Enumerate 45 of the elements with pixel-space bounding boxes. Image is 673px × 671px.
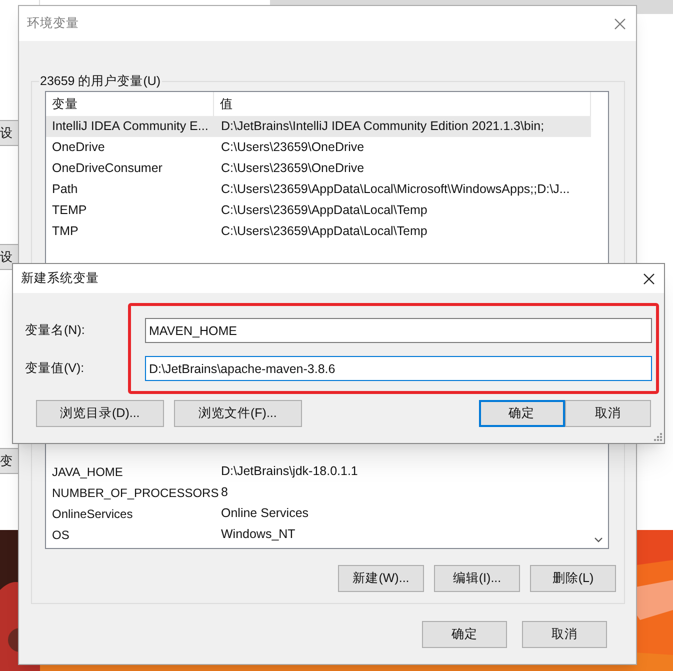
list-row[interactable]: TMP C:\Users\23659\AppData\Local\Temp bbox=[46, 221, 591, 242]
button[interactable]: 取消 bbox=[522, 621, 607, 648]
input-field[interactable]: MAVEN_HOME bbox=[145, 318, 652, 343]
list-row[interactable]: Path C:\Users\23659\AppData\Local\Microsoft\WindowsApps;;D:\J... bbox=[46, 179, 591, 200]
table-cell-text: C:\Users\23659\OneDrive bbox=[220, 139, 364, 156]
button[interactable]: 确定 bbox=[478, 400, 565, 427]
button[interactable]: 删除(L) bbox=[530, 565, 616, 592]
table-cell-text: OS bbox=[51, 526, 70, 544]
table-cell-text: 8 bbox=[220, 484, 228, 502]
table-cell-text: C:\Users\23659\AppData\Local\Temp bbox=[220, 202, 428, 220]
window-title: 环境变量 bbox=[27, 15, 79, 32]
group-label: 23659 的用户变量(U) bbox=[39, 72, 162, 91]
table-cell-text: OneDriveConsumer bbox=[51, 160, 164, 178]
button[interactable]: 编辑(I)... bbox=[434, 565, 520, 592]
button[interactable]: 浏览文件(F)... bbox=[174, 400, 302, 427]
table-cell-text: Path bbox=[51, 181, 79, 198]
table-cell-text: JAVA_HOME bbox=[51, 464, 124, 480]
button[interactable]: 确定 bbox=[422, 621, 507, 648]
table-cell-text: C:\Users\23659\OneDrive bbox=[220, 160, 364, 178]
table-cell-text: Windows_NT bbox=[220, 526, 296, 544]
table-cell-text: C:\Users\23659\AppData\Local\Microsoft\WindowsApps;;D:\J... bbox=[220, 181, 570, 198]
list-row[interactable]: IntelliJ IDEA Community E... D:\JetBrains\IntelliJ IDEA Community Edition 2021.1.3\bin; bbox=[46, 116, 591, 137]
table-cell-text: TMP bbox=[51, 223, 80, 240]
close-icon[interactable] bbox=[643, 272, 655, 284]
list-row[interactable]: OneDrive C:\Users\23659\OneDrive bbox=[46, 137, 591, 158]
field-label: 变量值(V): bbox=[24, 360, 86, 378]
window-title: 新建系统变量 bbox=[21, 270, 99, 288]
button[interactable]: 新建(W)... bbox=[338, 565, 424, 592]
input-field[interactable]: D:\JetBrains\apache-maven-3.8.6 bbox=[145, 356, 652, 381]
table-cell-text: IntelliJ IDEA Community E... bbox=[51, 118, 210, 136]
field-label: 变量名(N): bbox=[24, 322, 86, 340]
table-cell-text: OnlineServices bbox=[51, 506, 134, 522]
table-cell-text: D:\JetBrains\jdk-18.0.1.1 bbox=[220, 463, 358, 480]
table-cell-text: Online Services bbox=[220, 505, 309, 522]
table-cell-text: OneDrive bbox=[51, 139, 106, 156]
table-cell-text: NUMBER_OF_PROCESSORS bbox=[51, 484, 219, 502]
button[interactable]: 浏览目录(D)... bbox=[36, 400, 164, 427]
table-cell-text: C:\Users\23659\AppData\Local\Temp bbox=[220, 223, 428, 240]
list-row[interactable]: TEMP C:\Users\23659\AppData\Local\Temp bbox=[46, 200, 591, 221]
chevron-down-icon[interactable] bbox=[594, 537, 603, 543]
table-cell-text: TEMP bbox=[51, 202, 88, 220]
button[interactable]: 取消 bbox=[564, 400, 651, 427]
list-row[interactable]: OneDriveConsumer C:\Users\23659\OneDrive bbox=[46, 158, 591, 179]
table-cell-text: D:\JetBrains\IntelliJ IDEA Community Edition 2021.1.3\bin; bbox=[220, 118, 544, 136]
resize-grip-icon[interactable] bbox=[654, 433, 662, 441]
